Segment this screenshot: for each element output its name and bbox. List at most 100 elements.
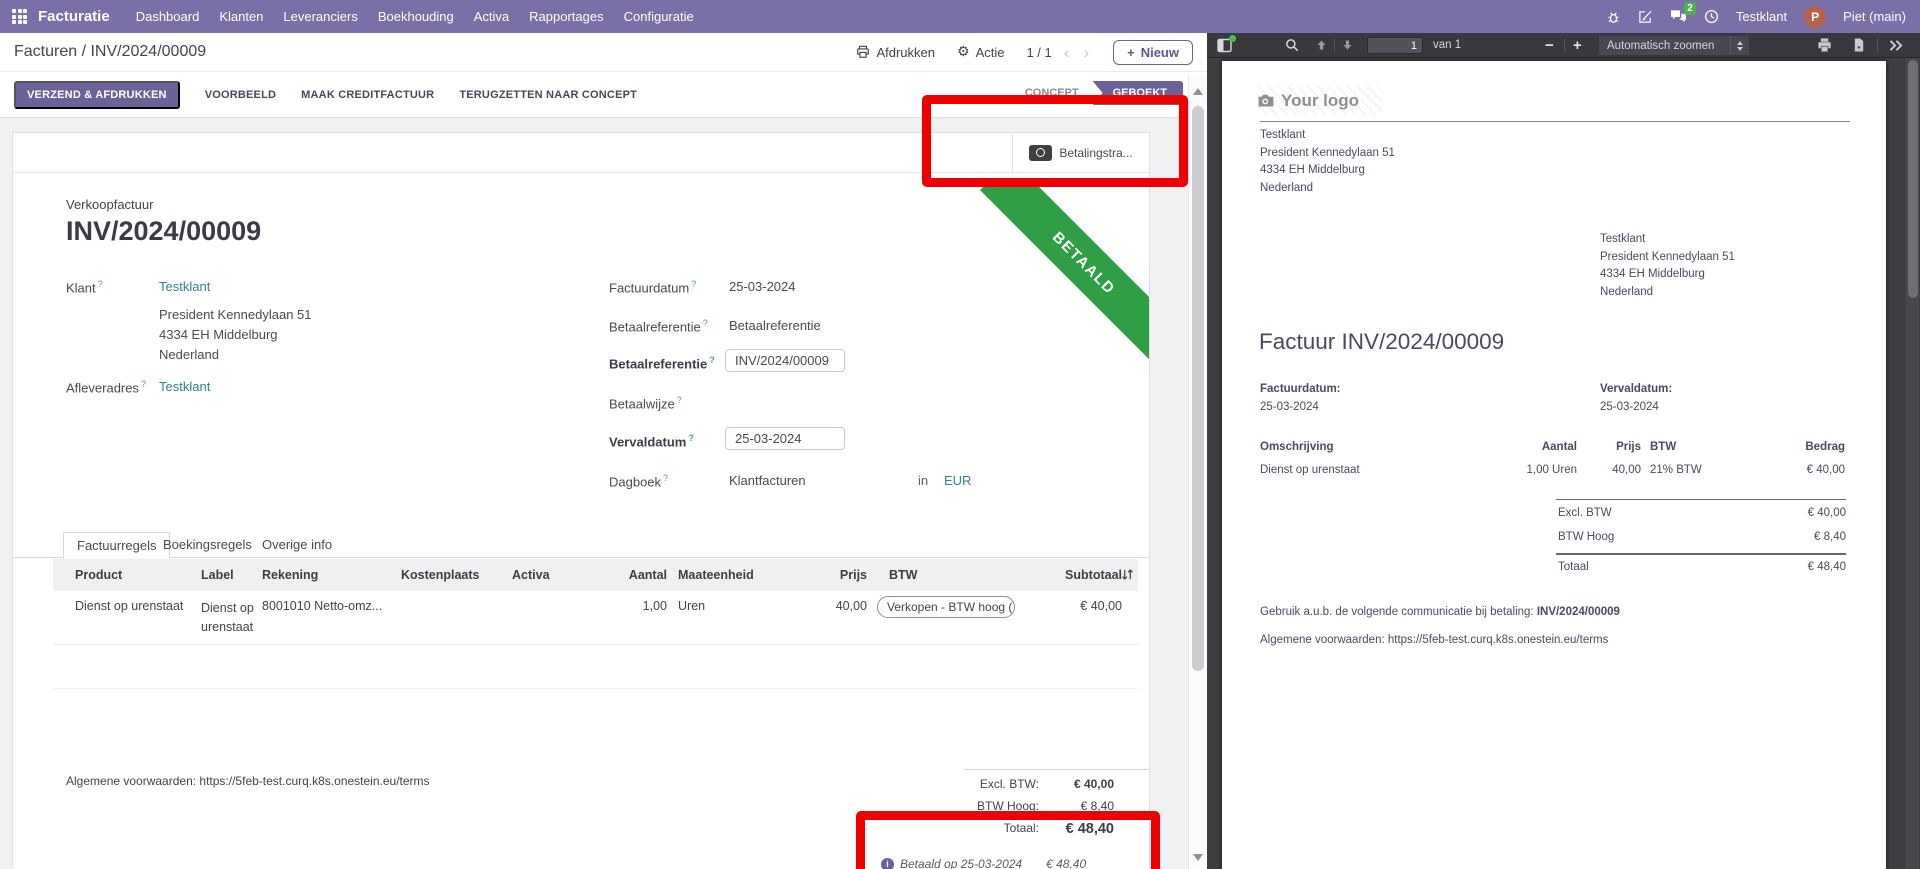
- col-rekening[interactable]: Rekening: [262, 568, 318, 582]
- col-subtotaal[interactable]: Subtotaal: [1042, 568, 1122, 582]
- apps-grid-icon[interactable]: [12, 9, 27, 24]
- gear-icon: ⚙: [957, 44, 970, 60]
- cell-maateenheid[interactable]: Uren: [678, 599, 705, 613]
- app-name[interactable]: Facturatie: [38, 8, 110, 25]
- invoice-name: INV/2024/00009: [66, 216, 261, 247]
- page-number-input[interactable]: [1367, 37, 1423, 54]
- tab-overige-info[interactable]: Overige info: [249, 531, 345, 558]
- scroll-up-icon[interactable]: [1193, 88, 1203, 95]
- col-btw[interactable]: BTW: [889, 568, 917, 582]
- new-button[interactable]: + Nieuw: [1113, 40, 1193, 65]
- col-label[interactable]: Label: [201, 568, 234, 582]
- zoom-in-icon[interactable]: +: [1573, 37, 1582, 54]
- tab-boekingsregels[interactable]: Boekingsregels: [150, 531, 265, 558]
- page-down-button[interactable]: [1341, 38, 1354, 52]
- pdf-row-prijs: 40,00: [1582, 464, 1641, 476]
- betaalreferentie2-input[interactable]: INV/2024/00009: [725, 349, 845, 372]
- bug-icon[interactable]: [1606, 9, 1621, 24]
- pdf-download-button[interactable]: [1852, 38, 1866, 52]
- company-name[interactable]: Testklant: [1736, 9, 1787, 24]
- cell-rekening[interactable]: 8001010 Netto-omz...: [262, 599, 382, 613]
- betaalreferentie-value[interactable]: Betaalreferentie: [729, 318, 821, 333]
- paid-note[interactable]: i Betaald op 25-03-2024 € 48,40: [881, 857, 1086, 869]
- col-product[interactable]: Product: [75, 568, 122, 582]
- menu-rapportages[interactable]: Rapportages: [519, 4, 613, 29]
- paid-ribbon: BETAALD: [980, 179, 1149, 367]
- send-print-button[interactable]: VERZEND & AFDRUKKEN: [14, 81, 180, 109]
- col-prijs[interactable]: Prijs: [793, 568, 867, 582]
- zoom-select[interactable]: Automatisch zoomen: [1599, 36, 1749, 55]
- main-menu: Dashboard Klanten Leveranciers Boekhoudi…: [126, 4, 704, 29]
- payment-transactions-smart-button[interactable]: Betalingstra...: [1012, 133, 1149, 172]
- totals-total-row: Totaal: € 48,40: [893, 821, 1114, 837]
- col-aantal[interactable]: Aantal: [593, 568, 667, 582]
- status-widget: CONCEPT GEBOEKT: [1011, 81, 1183, 105]
- messages-icon[interactable]: 2: [1670, 9, 1687, 24]
- menu-leveranciers[interactable]: Leveranciers: [273, 4, 367, 29]
- form-scrollbar[interactable]: [1188, 76, 1207, 869]
- terms-text: Algemene voorwaarden: https://5feb-test.…: [66, 774, 430, 788]
- breadcrumb-parent[interactable]: Facturen: [14, 43, 77, 60]
- klant-address-line: Nederland: [159, 347, 219, 362]
- notebook-tabs: Factuurregels Boekingsregels Overige inf…: [13, 531, 1149, 558]
- menu-boekhouding[interactable]: Boekhouding: [368, 4, 464, 29]
- dagboek-value[interactable]: Klantfacturen: [729, 473, 806, 488]
- scrollbar-thumb[interactable]: [1192, 106, 1204, 671]
- pdf-col-aantal: Aantal: [1502, 441, 1577, 453]
- pdf-factuurdatum-value: 25-03-2024: [1260, 401, 1319, 413]
- more-tools-button[interactable]: [1888, 39, 1904, 52]
- menu-configuratie[interactable]: Configuratie: [614, 4, 704, 29]
- preview-button[interactable]: VOORBEELD: [205, 89, 276, 101]
- col-activa[interactable]: Activa: [512, 568, 550, 582]
- vervaldatum-label: Vervaldatum?: [609, 433, 694, 449]
- currency-value[interactable]: EUR: [944, 473, 971, 488]
- sidebar-toggle-button[interactable]: [1217, 38, 1233, 53]
- empty-line-row[interactable]: [53, 645, 1138, 689]
- cell-label[interactable]: Dienst op urenstaat: [201, 599, 263, 637]
- scroll-down-icon[interactable]: [1193, 854, 1203, 861]
- factuurdatum-value[interactable]: 25-03-2024: [729, 279, 796, 294]
- optional-columns-icon[interactable]: [1121, 568, 1134, 581]
- pdf-scrollbar-thumb[interactable]: [1908, 60, 1918, 298]
- pdf-total-line: [1556, 553, 1846, 555]
- zoom-out-icon[interactable]: −: [1545, 37, 1554, 54]
- menu-activa[interactable]: Activa: [464, 4, 519, 29]
- btw-tag[interactable]: Verkopen - BTW hoog (: [877, 596, 1015, 618]
- pdf-print-button[interactable]: [1817, 38, 1832, 52]
- pdf-scrollbar[interactable]: [1906, 58, 1919, 869]
- btw-hoog-value: € 8,40: [1039, 799, 1114, 813]
- pager: 1 / 1 ‹ ›: [1026, 44, 1091, 61]
- betaalreferentie-label: Betaalreferentie?: [609, 318, 708, 334]
- credit-note-button[interactable]: MAAK CREDITFACTUUR: [301, 89, 434, 101]
- afleveradres-value[interactable]: Testklant: [159, 379, 210, 394]
- klant-address-line: President Kennedylaan 51: [159, 307, 312, 322]
- logo-text: Your logo: [1281, 91, 1359, 111]
- pdf-vervaldatum-label: Vervaldatum:: [1600, 383, 1672, 395]
- status-geboekt[interactable]: GEBOEKT: [1093, 81, 1183, 105]
- user-name[interactable]: Piet (main): [1843, 9, 1906, 24]
- col-kostenplaats[interactable]: Kostenplaats: [401, 568, 480, 582]
- reset-to-draft-button[interactable]: TERUGZETTEN NAAR CONCEPT: [459, 89, 637, 101]
- col-maateenheid[interactable]: Maateenheid: [678, 568, 754, 582]
- caret-updown-icon: [1730, 36, 1743, 55]
- pager-previous-icon[interactable]: ‹: [1062, 44, 1072, 61]
- search-icon[interactable]: [1285, 38, 1299, 52]
- invoice-line-row[interactable]: Dienst op urenstaat Dienst op urenstaat …: [53, 591, 1138, 645]
- action-button[interactable]: ⚙ Actie: [957, 44, 1004, 60]
- user-avatar[interactable]: P: [1804, 6, 1826, 28]
- print-button[interactable]: Afdrukken: [856, 45, 935, 60]
- page-up-button[interactable]: [1315, 38, 1328, 52]
- status-concept[interactable]: CONCEPT: [1011, 81, 1093, 105]
- help-icon: ?: [709, 355, 715, 365]
- cell-aantal[interactable]: 1,00: [593, 599, 667, 613]
- menu-dashboard[interactable]: Dashboard: [126, 4, 210, 29]
- excl-bt-value: € 40,00: [1039, 777, 1114, 791]
- klant-value[interactable]: Testklant: [159, 279, 210, 294]
- activities-clock-icon[interactable]: [1704, 9, 1719, 24]
- cell-prijs[interactable]: 40,00: [793, 599, 867, 613]
- cell-product[interactable]: Dienst op urenstaat: [75, 599, 183, 613]
- menu-klanten[interactable]: Klanten: [209, 4, 273, 29]
- edit-icon[interactable]: [1638, 9, 1653, 24]
- pager-next-icon[interactable]: ›: [1081, 44, 1091, 61]
- vervaldatum-input[interactable]: 25-03-2024: [725, 427, 845, 450]
